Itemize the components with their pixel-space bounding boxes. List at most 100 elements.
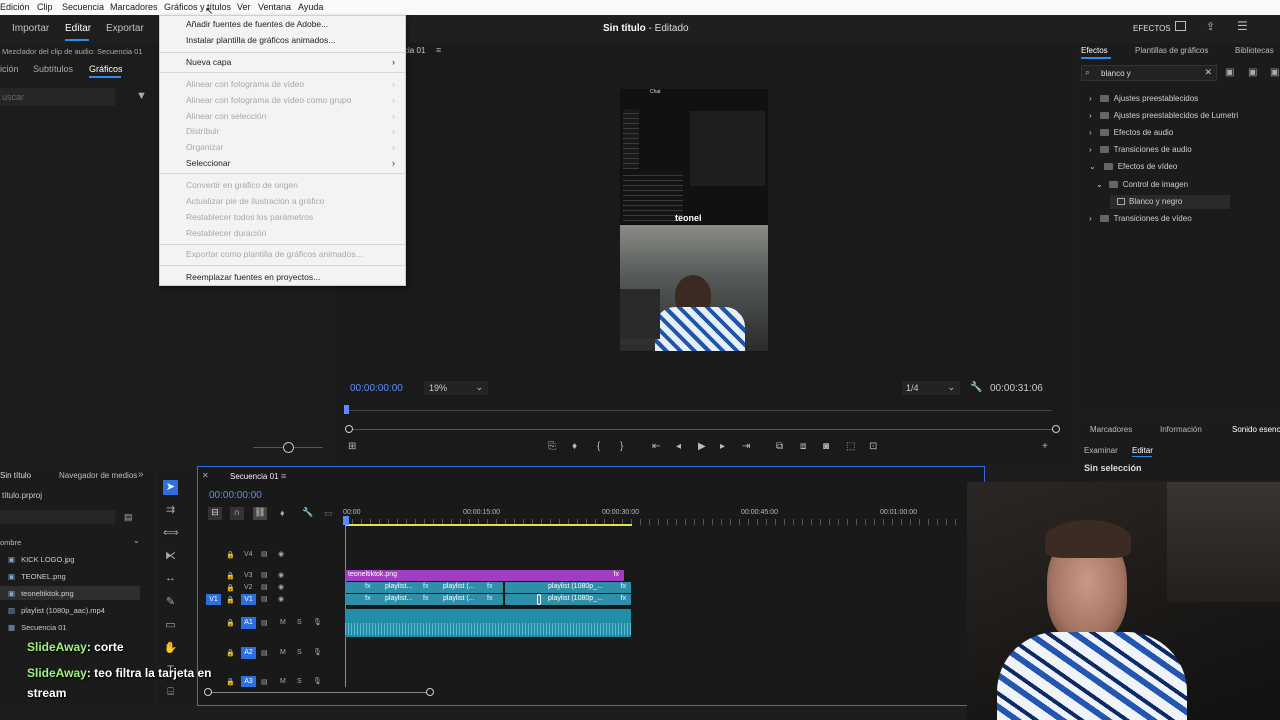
menu-graficos[interactable]: Gráficos y títulos — [164, 2, 231, 12]
tab-edicion[interactable]: ición — [0, 64, 19, 74]
menu-item-seleccionar[interactable]: Seleccionar — [186, 158, 230, 168]
ripple-edit-icon[interactable]: ⟺ — [163, 526, 179, 541]
menu-item-organizar[interactable]: Organizar — [186, 142, 223, 152]
menu-icon[interactable]: ☰ — [1237, 19, 1248, 33]
tree-item-efectos-audio[interactable]: › Efectos de audio — [1089, 128, 1173, 137]
tab-subtitulos[interactable]: Subtítulos — [33, 64, 73, 74]
efectos-workspace-label[interactable]: EFECTOS — [1133, 24, 1171, 33]
scroll-handle-left[interactable] — [345, 425, 353, 433]
project-item[interactable]: ▣ KICK LOGO.jpg — [8, 555, 74, 564]
mute-button[interactable]: M — [280, 678, 286, 685]
go-to-out-icon[interactable]: ⇥ — [742, 441, 750, 452]
nest-icon[interactable]: ⊟ — [208, 507, 222, 520]
lock-icon[interactable]: 🔒 — [226, 649, 235, 657]
timeline-timecode[interactable]: 00:00:00:00 — [209, 490, 262, 501]
overwrite-icon[interactable]: ⧈ — [800, 441, 806, 452]
eye-icon[interactable]: ◉ — [278, 571, 284, 579]
menu-item-alinear-video[interactable]: Alinear con fotograma de vídeo — [186, 79, 304, 89]
menu-item-distribuir[interactable]: Distribuir — [186, 126, 220, 136]
timeline-playhead[interactable] — [343, 516, 349, 525]
lock-icon[interactable]: 🔒 — [226, 619, 235, 627]
play-icon[interactable]: ▶ — [698, 441, 706, 452]
menu-item-instalar-plantilla[interactable]: Instalar plantilla de gráficos animados.… — [186, 35, 335, 45]
eye-icon[interactable]: ◉ — [278, 583, 284, 591]
tab-exportar[interactable]: Exportar — [106, 23, 144, 34]
tab-navegador[interactable]: Navegador de medios — [59, 471, 137, 480]
sync-lock-icon[interactable]: ▤ — [261, 583, 268, 591]
tree-item-blanco-negro[interactable]: Blanco y negro — [1117, 197, 1182, 206]
snap-icon[interactable]: ∩ — [230, 507, 244, 520]
menu-item-exportar-plantilla[interactable]: Exportar como plantilla de gráficos anim… — [186, 249, 363, 259]
step-back-icon[interactable]: ◂ — [676, 441, 681, 452]
sort-icon[interactable]: ⌄ — [133, 536, 140, 545]
rectangle-icon[interactable]: ▭ — [163, 618, 178, 633]
clip-teoneltiktok[interactable]: teoneltiktok.png fx — [345, 570, 624, 581]
timeline-tab[interactable]: Secuencia 01 — [230, 472, 278, 481]
clip-v1-a[interactable]: fx playlist... fx playlist (... fx — [345, 594, 503, 605]
settings-icon[interactable]: ⊞ — [348, 441, 356, 452]
sync-lock-icon[interactable]: ▤ — [261, 595, 268, 603]
filter-icon[interactable]: ▼ — [136, 90, 147, 102]
audio-mixer-header[interactable]: Mezclador del clip de audio: Secuencia 0… — [2, 47, 143, 56]
close-icon[interactable]: ✕ — [202, 471, 209, 480]
tree-item-lumetri[interactable]: › Ajustes preestablecidos de Lumetri — [1089, 111, 1238, 120]
menu-edicion[interactable]: Edición — [0, 2, 30, 12]
quality-select[interactable]: 1/4 ⌄ — [902, 381, 960, 395]
microphone-icon[interactable]: 🎙 — [313, 648, 322, 656]
razor-icon[interactable]: ⧔ — [163, 549, 178, 564]
track-label-v1[interactable]: V1 — [241, 594, 256, 605]
subtab-editar[interactable]: Editar — [1132, 446, 1153, 455]
zoom-slider-handle[interactable] — [283, 442, 294, 453]
tab-sonido-esencial[interactable]: Sonido esencia — [1232, 425, 1280, 434]
menu-item-reemplazar-fuentes[interactable]: Reemplazar fuentes en proyectos... — [186, 272, 320, 282]
accelerated-icon[interactable]: ▣ — [1225, 67, 1234, 78]
expand-icon[interactable]: » — [138, 469, 144, 480]
monitor-scrollbar[interactable] — [348, 429, 1056, 430]
monitor-ruler[interactable] — [346, 410, 1052, 411]
microphone-icon[interactable]: 🎙 — [313, 677, 322, 685]
search-input[interactable]: uscar — [0, 88, 115, 106]
eye-icon[interactable]: ◉ — [278, 595, 284, 603]
sync-lock-icon[interactable]: ▤ — [261, 678, 268, 686]
captions-icon[interactable]: ▭ — [324, 508, 333, 519]
menu-item-alinear-video-grupo[interactable]: Alinear con fotograma de vídeo como grup… — [186, 95, 351, 105]
zoom-select[interactable]: 19% ⌄ — [424, 381, 488, 395]
monitor-playhead[interactable] — [344, 405, 349, 414]
track-label-a2[interactable]: A2 — [241, 647, 256, 659]
menu-item-nueva-capa[interactable]: Nueva capa — [186, 57, 231, 67]
project-item[interactable]: ▣ teoneltiktok.png — [8, 589, 74, 598]
column-header-name[interactable]: ombre — [0, 538, 21, 547]
program-monitor-tab[interactable]: cia 01 — [404, 46, 425, 55]
tab-efectos[interactable]: Efectos — [1081, 46, 1108, 55]
lock-icon[interactable]: 🔒 — [226, 584, 235, 592]
timeline-scrollbar[interactable] — [208, 692, 430, 693]
scroll-handle-right[interactable] — [1052, 425, 1060, 433]
compare-icon[interactable]: ⬚ — [846, 441, 855, 452]
tree-item-control-imagen[interactable]: ⌄ Control de imagen — [1096, 180, 1188, 189]
edit-point[interactable] — [537, 594, 541, 605]
menu-item-restablecer-todos[interactable]: Restablecer todos los parámetros — [186, 212, 313, 222]
source-patch-v1[interactable]: V1 — [206, 594, 221, 605]
lock-icon[interactable]: 🔒 — [226, 572, 235, 580]
project-item[interactable]: ▣ TEONEL.png — [8, 572, 66, 581]
out-point-icon[interactable]: } — [620, 441, 623, 452]
tab-editar[interactable]: Editar — [65, 23, 91, 34]
track-label-a3[interactable]: A3 — [241, 676, 256, 687]
track-select-icon[interactable]: ⇉ — [163, 503, 178, 518]
trim-icon[interactable]: ⊡ — [869, 441, 877, 452]
tree-item-ajustes[interactable]: › Ajustes preestablecidos — [1089, 94, 1198, 103]
timeline-scroll-right[interactable] — [426, 688, 434, 696]
yuv-icon[interactable]: ▣ — [1270, 67, 1279, 78]
program-timecode[interactable]: 00:00:00:00 — [350, 383, 403, 394]
step-forward-icon[interactable]: ▸ — [720, 441, 725, 452]
camera-icon[interactable]: ◙ — [823, 441, 829, 452]
effects-search-input[interactable]: ⌕ blanco y ✕ — [1081, 65, 1217, 81]
lift-icon[interactable]: ⎘ — [548, 441, 556, 452]
tab-bibliotecas[interactable]: Bibliotecas — [1235, 46, 1274, 55]
bin-icon[interactable]: ▤ — [124, 512, 133, 523]
mute-button[interactable]: M — [280, 649, 286, 656]
subtab-examinar[interactable]: Examinar — [1084, 446, 1118, 455]
add-marker-icon[interactable]: ♦ — [280, 508, 285, 518]
sync-lock-icon[interactable]: ▤ — [261, 571, 268, 579]
project-item[interactable]: ▤ playlist (1080p_aac).mp4 — [8, 606, 105, 615]
